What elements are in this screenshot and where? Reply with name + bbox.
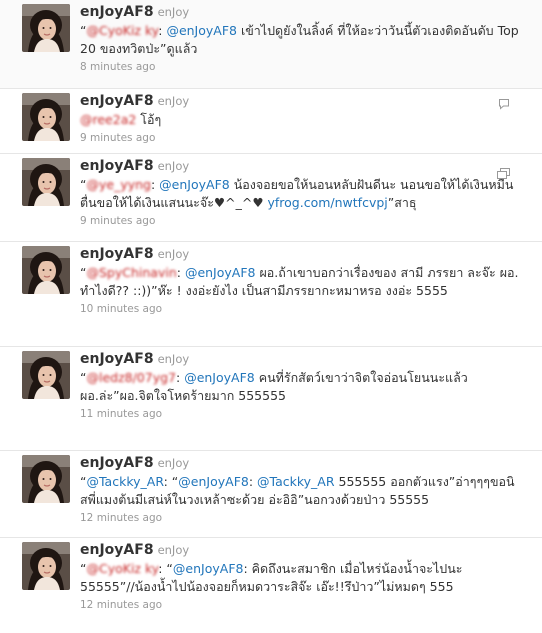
mention-link-redacted[interactable]: @SpyChinavin — [86, 265, 176, 280]
tweet-item: enJoyAF8 enJoy “@SpyChinavin: @enJoyAF8 ผ… — [0, 242, 542, 347]
tweet-text: “@Tackky_AR: “@enJoyAF8: @Tackky_AR 5555… — [80, 473, 520, 509]
tweet-text: “@CyoKiz ky: @enJoyAF8 เข้าไปดูยังในลิ้ง… — [80, 22, 520, 58]
media-icon[interactable] — [497, 164, 510, 183]
mention-link-redacted[interactable]: @ye_yyng — [86, 177, 151, 192]
text-segment: : — [150, 177, 160, 192]
mention-link-redacted[interactable]: @ledz8/07yg7 — [86, 370, 176, 385]
username-link[interactable]: enJoyAF8 — [80, 93, 154, 109]
avatar[interactable] — [22, 158, 70, 206]
username-link[interactable]: enJoyAF8 — [80, 158, 154, 174]
avatar[interactable] — [22, 4, 70, 52]
username-link[interactable]: enJoyAF8 — [80, 351, 154, 367]
avatar[interactable] — [22, 93, 70, 141]
username-link[interactable]: enJoyAF8 — [80, 4, 154, 20]
tweet-timeline: enJoyAF8 enJoy “@CyoKiz ky: @enJoyAF8 เข้… — [0, 0, 542, 633]
tweet-content: enJoyAF8 enJoy “@ye_yyng: @enJoyAF8 น้องจ… — [80, 156, 520, 228]
tweet-text: “@CyoKiz ky: “@enJoyAF8: คิดถึงนะสมาชิก … — [80, 560, 520, 596]
tweet-text: “@SpyChinavin: @enJoyAF8 ผอ.ถ้าเขาบอกว่า… — [80, 264, 520, 300]
text-segment: : — [248, 474, 258, 489]
avatar[interactable] — [22, 542, 70, 590]
timestamp-link[interactable]: 10 minutes ago — [80, 303, 520, 316]
username-link[interactable]: enJoyAF8 — [80, 542, 154, 558]
tweet-header: enJoyAF8 enJoy — [80, 540, 520, 558]
timestamp-link[interactable]: 8 minutes ago — [80, 61, 520, 74]
full-name: enJoy — [157, 456, 190, 470]
mention-link-redacted[interactable]: @CyoKiz ky — [86, 23, 158, 38]
timestamp-link[interactable]: 9 minutes ago — [80, 132, 520, 145]
mention-link[interactable]: @enJoyAF8 — [159, 177, 230, 192]
tweet-text: “@ye_yyng: @enJoyAF8 น้องจอยขอให้นอนหลับ… — [80, 176, 520, 212]
tweet-item: enJoyAF8 enJoy “@ledz8/07yg7: @enJoyAF8 ค… — [0, 347, 542, 451]
mention-link-redacted[interactable]: @CyoKiz ky — [86, 561, 158, 576]
mention-link[interactable]: @enJoyAF8 — [185, 265, 256, 280]
timestamp-link[interactable]: 12 minutes ago — [80, 599, 520, 612]
tweet-header: enJoyAF8 enJoy — [80, 244, 520, 262]
tweet-content: enJoyAF8 enJoy “@SpyChinavin: @enJoyAF8 ผ… — [80, 244, 520, 316]
tweet-item: enJoyAF8 enJoy “@CyoKiz ky: “@enJoyAF8: ค… — [0, 538, 542, 633]
full-name: enJoy — [157, 159, 190, 173]
tweet-content: enJoyAF8 enJoy “@ledz8/07yg7: @enJoyAF8 ค… — [80, 349, 520, 421]
username-link[interactable]: enJoyAF8 — [80, 455, 154, 471]
text-segment: : “ — [163, 474, 179, 489]
tweet-content: enJoyAF8 enJoy “@CyoKiz ky: “@enJoyAF8: ค… — [80, 540, 520, 612]
avatar[interactable] — [22, 351, 70, 399]
reply-icon[interactable] — [498, 95, 510, 114]
tweet-header: enJoyAF8 enJoy — [80, 2, 520, 20]
mention-link[interactable]: @enJoyAF8 — [178, 474, 249, 489]
tweet-header: enJoyAF8 enJoy — [80, 349, 520, 367]
full-name: enJoy — [157, 543, 190, 557]
tweet-header: enJoyAF8 enJoy — [80, 91, 520, 109]
mention-link[interactable]: @enJoyAF8 — [166, 23, 237, 38]
tweet-text: @ree2a2 โอ้ๆ — [80, 111, 520, 129]
tweet-content: enJoyAF8 enJoy @ree2a2 โอ้ๆ 9 minutes ago — [80, 91, 520, 145]
tweet-item: enJoyAF8 enJoy “@ye_yyng: @enJoyAF8 น้องจ… — [0, 154, 542, 242]
full-name: enJoy — [157, 94, 190, 108]
text-segment: : — [176, 265, 185, 280]
full-name: enJoy — [157, 247, 190, 261]
full-name: enJoy — [157, 5, 190, 19]
text-segment: ”สาธุ — [387, 195, 417, 210]
timestamp-link[interactable]: 9 minutes ago — [80, 215, 520, 228]
timestamp-link[interactable]: 11 minutes ago — [80, 408, 520, 421]
tweet-item: enJoyAF8 enJoy “@Tackky_AR: “@enJoyAF8: @… — [0, 451, 542, 538]
media-link[interactable]: yfrog.com/nwtfcvpj — [268, 195, 388, 210]
mention-link[interactable]: @enJoyAF8 — [173, 561, 244, 576]
tweet-content: enJoyAF8 enJoy “@Tackky_AR: “@enJoyAF8: @… — [80, 453, 520, 525]
timestamp-link[interactable]: 12 minutes ago — [80, 512, 520, 525]
mention-link-redacted[interactable]: @ree2a2 — [80, 112, 136, 127]
text-segment: โอ้ๆ — [136, 112, 162, 127]
avatar[interactable] — [22, 246, 70, 294]
tweet-item: enJoyAF8 enJoy “@CyoKiz ky: @enJoyAF8 เข้… — [0, 0, 542, 89]
text-segment: : — [176, 370, 185, 385]
tweet-item: enJoyAF8 enJoy @ree2a2 โอ้ๆ 9 minutes ago — [0, 89, 542, 154]
username-link[interactable]: enJoyAF8 — [80, 246, 154, 262]
full-name: enJoy — [157, 352, 190, 366]
tweet-text: “@ledz8/07yg7: @enJoyAF8 คนที่รักสัตว์เข… — [80, 369, 520, 405]
mention-link[interactable]: @enJoyAF8 — [184, 370, 255, 385]
mention-link[interactable]: @Tackky_AR — [86, 474, 163, 489]
tweet-header: enJoyAF8 enJoy — [80, 156, 520, 174]
tweet-content: enJoyAF8 enJoy “@CyoKiz ky: @enJoyAF8 เข้… — [80, 2, 520, 74]
mention-link[interactable]: @Tackky_AR — [257, 474, 335, 489]
avatar[interactable] — [22, 455, 70, 503]
text-segment: : “ — [158, 561, 173, 576]
tweet-header: enJoyAF8 enJoy — [80, 453, 520, 471]
